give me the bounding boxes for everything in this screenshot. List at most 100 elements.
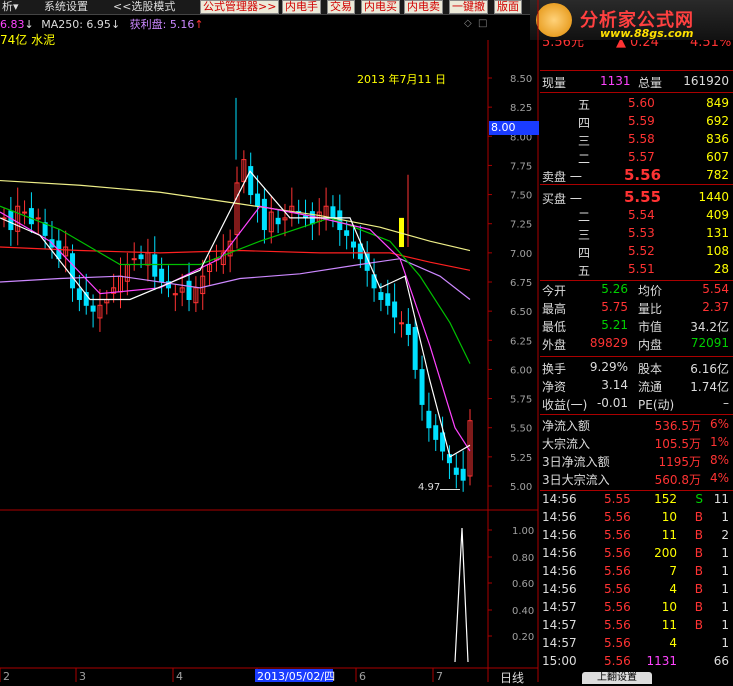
bid-price-0: 5.55 <box>624 188 662 206</box>
flow-pct-2: 8% <box>709 453 729 467</box>
trade-time-3: 14:56 <box>542 546 577 560</box>
y-tick-label: 8.25 <box>510 103 532 114</box>
y-tick-label: 5.75 <box>510 395 532 406</box>
candle-body <box>460 468 466 481</box>
lower-tick-label: 1.00 <box>512 526 534 537</box>
trade-price-9: 5.56 <box>604 654 631 668</box>
ask-price-1: 5.59 <box>628 114 655 128</box>
candle-body <box>426 410 432 429</box>
ask-level-1: 四 <box>578 116 591 130</box>
ask-vol-3: 607 <box>706 150 729 164</box>
flow-pct-1: 1% <box>709 435 729 449</box>
flow-label-0: 净流入额 <box>542 419 591 433</box>
candle-body <box>378 292 384 300</box>
trade-time-7: 14:57 <box>542 618 577 632</box>
candle-body <box>28 208 34 225</box>
stat-label-0: 今开 <box>542 284 567 298</box>
ask-price-3: 5.57 <box>628 150 655 164</box>
ask-vol-2: 836 <box>706 132 729 146</box>
trade-price-0: 5.55 <box>604 492 631 506</box>
date-annotation: 2013 年7月11 日 <box>357 73 446 86</box>
period-label[interactable]: 日线 <box>500 669 524 686</box>
candle-body <box>351 241 356 248</box>
y-tick-label: 5.25 <box>510 453 532 464</box>
lower-tick-label: 0.20 <box>512 632 534 643</box>
trade-vol-4: 7 <box>669 564 677 578</box>
candle-body <box>248 166 254 196</box>
trade-vol-9: 1131 <box>646 654 677 668</box>
trade-price-6: 5.56 <box>604 600 631 614</box>
volume-spike <box>454 527 469 663</box>
trade-side-6: B <box>694 600 703 614</box>
total-vol-label: 总量 <box>638 76 663 90</box>
x-tick-label: 4 <box>176 670 183 682</box>
fund-val2-0: 6.16亿 <box>690 362 729 376</box>
bottom-settings-tab[interactable]: 上翻设置 <box>582 672 652 684</box>
y-tick-label: 6.75 <box>510 278 532 289</box>
bid-level-2: 三 <box>578 228 591 242</box>
divider <box>540 414 733 415</box>
fund-label2-2: PE(动) <box>638 398 675 412</box>
price-cursor-marker: 8.00 <box>489 121 539 135</box>
fund-val-0: 9.29% <box>589 360 628 374</box>
fund-label-0: 换手 <box>542 362 567 376</box>
trade-count-9: 66 <box>713 654 729 668</box>
ask-price-4: 5.56 <box>624 166 662 184</box>
low-price-label: 4.97 <box>418 482 441 493</box>
divider <box>540 356 733 357</box>
y-tick-label: 7.75 <box>510 161 532 172</box>
stat-label2-1: 量比 <box>638 302 663 316</box>
fund-label2-1: 流通 <box>638 380 663 394</box>
trade-count-8: 1 <box>721 636 729 650</box>
flow-val-0: 536.5万 <box>654 419 701 433</box>
fund-label-2: 收益(一) <box>542 398 588 412</box>
total-vol: 161920 <box>683 74 729 88</box>
flow-label-2: 3日净流入额 <box>542 455 610 469</box>
diamond-icon[interactable]: ◇ <box>464 18 472 29</box>
restore-icon[interactable]: □ <box>478 18 487 29</box>
trade-price-7: 5.56 <box>604 618 631 632</box>
candle-body <box>261 198 267 231</box>
x-tick-label: 3 <box>79 670 86 682</box>
trade-vol-7: 11 <box>661 618 677 632</box>
y-tick-label: 8.50 <box>510 74 532 85</box>
bid-level-1: 二 <box>578 210 591 224</box>
y-tick-label: 5.00 <box>510 482 532 493</box>
candle-body <box>275 217 281 225</box>
bid-price-2: 5.53 <box>628 226 655 240</box>
fund-val-2: -0.01 <box>596 396 628 410</box>
ask-vol-4: 782 <box>706 168 729 182</box>
candle-body <box>255 193 261 207</box>
trade-side-2: B <box>694 528 703 542</box>
flow-label-3: 3日大宗流入 <box>542 473 610 487</box>
trade-side-7: B <box>694 618 703 632</box>
candle-body <box>70 253 76 289</box>
candle-body <box>419 369 425 405</box>
y-tick-label: 6.25 <box>510 336 532 347</box>
candle-body <box>186 280 192 300</box>
candle-body <box>22 211 28 214</box>
flow-pct-0: 6% <box>709 417 729 431</box>
ask-price-2: 5.58 <box>628 132 655 146</box>
trade-price-3: 5.56 <box>604 546 631 560</box>
trade-vol-1: 10 <box>661 510 677 524</box>
flow-val-2: 1195万 <box>658 455 701 469</box>
bid-price-3: 5.52 <box>628 244 655 258</box>
y-tick-label: 6.00 <box>510 365 532 376</box>
kline-chart[interactable]: ◇ □ 8.50 8.25 8.00 7.75 7.50 7.25 7.00 6.75 6.50… <box>0 0 540 682</box>
stat-val-1: 5.75 <box>601 300 628 314</box>
y-tick-label: 5.50 <box>510 424 532 435</box>
y-tick-label: 7.25 <box>510 220 532 231</box>
bid-vol-2: 131 <box>706 226 729 240</box>
quote-panel: 现量 1131 总量 161920 五 5.60 849 四 5.59 692 三 5.58 836 二 5… <box>540 0 733 684</box>
trade-vol-2: 11 <box>661 528 677 542</box>
trade-count-5: 1 <box>721 582 729 596</box>
ask-price-0: 5.60 <box>628 96 655 110</box>
x-tick-label: 2013/05/02/四 <box>257 670 335 682</box>
x-tick-label: 7 <box>436 670 443 682</box>
ask-vol-0: 849 <box>706 96 729 110</box>
stat-val2-0: 5.54 <box>702 282 729 296</box>
trade-count-7: 1 <box>721 618 729 632</box>
trade-time-6: 14:57 <box>542 600 577 614</box>
flow-val-3: 560.8万 <box>654 473 701 487</box>
